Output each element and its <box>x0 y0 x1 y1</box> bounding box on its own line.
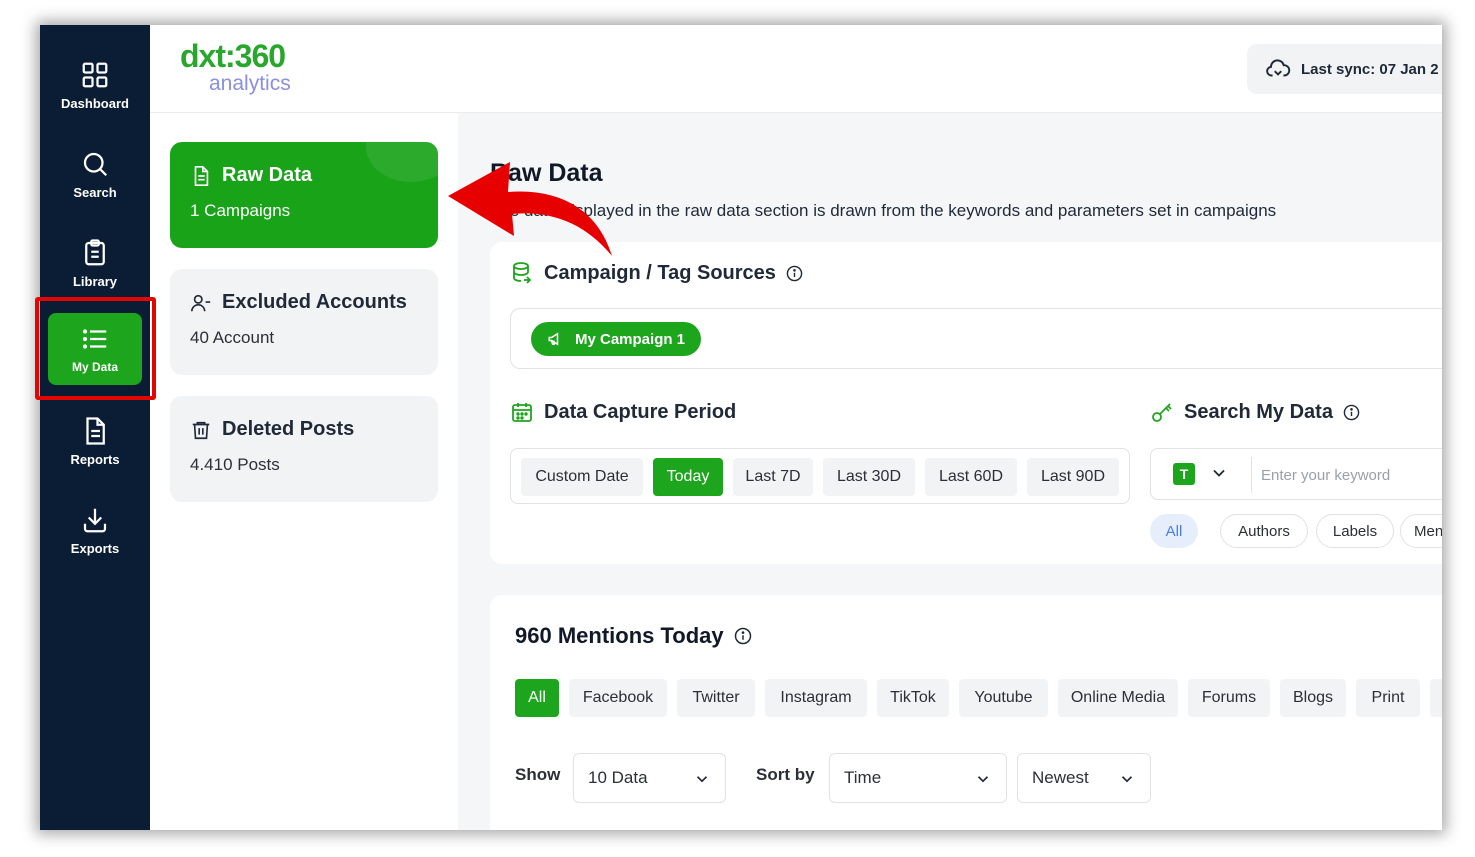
sort-order-value: Newest <box>1032 768 1089 787</box>
campaign-chip-container: My Campaign 1 <box>510 308 1442 369</box>
icon-sidebar: Dashboard Search Library My Data Reports… <box>40 25 150 830</box>
period-last-90d[interactable]: Last 90D <box>1027 458 1119 496</box>
sync-text: Last sync: 07 Jan 2 <box>1301 60 1439 78</box>
filter-panel: Campaign / Tag Sources My Campaign 1 Dat… <box>490 242 1442 564</box>
source-tab-twitter[interactable]: Twitter <box>677 679 755 717</box>
card-raw-data[interactable]: Raw Data 1 Campaigns <box>170 142 438 248</box>
card-subtitle: 4.410 Posts <box>190 455 280 474</box>
source-tab-print[interactable]: Print <box>1356 679 1420 717</box>
sidebar-item-search[interactable]: Search <box>40 134 150 214</box>
period-selector: Custom Date Today Last 7D Last 30D Last … <box>510 448 1130 504</box>
sidebar-label: Reports <box>70 451 120 467</box>
search-my-data-heading: Search My Data <box>1150 400 1360 424</box>
mentions-panel: 960 Mentions Today All Facebook Twitter … <box>490 595 1442 830</box>
card-title: Excluded Accounts <box>222 291 407 313</box>
keyword-search-box: T <box>1150 448 1442 500</box>
clipboard-icon <box>85 238 105 265</box>
sort-field-value: Time <box>844 768 882 787</box>
section-title: Campaign / Tag Sources <box>544 261 776 284</box>
filter-pill-labels[interactable]: Labels <box>1316 514 1394 548</box>
calendar-icon <box>512 403 532 422</box>
campaign-chip[interactable]: My Campaign 1 <box>531 322 702 356</box>
red-arrow-annotation <box>448 162 612 256</box>
logo-subtitle: analytics <box>209 72 291 95</box>
brand-logo: dxt:360 analytics <box>180 39 291 95</box>
source-tab-youtube[interactable]: Youtube <box>959 679 1048 717</box>
sidebar-label: Library <box>72 273 118 289</box>
filter-pill-all[interactable]: All <box>1150 514 1198 548</box>
cloud-sync-icon <box>1266 59 1291 77</box>
source-tab-forums[interactable]: Forums <box>1188 679 1270 717</box>
source-tab-blogs[interactable]: Blogs <box>1280 679 1346 717</box>
source-tab-more[interactable] <box>1430 679 1442 717</box>
source-tab-online-media[interactable]: Online Media <box>1058 679 1178 717</box>
sidebar-item-reports[interactable]: Reports <box>40 401 150 481</box>
divider <box>1251 457 1252 493</box>
top-header: dxt:360 analytics Last sync: 07 Jan 2 <box>150 25 1442 113</box>
source-tab-instagram[interactable]: Instagram <box>765 679 867 717</box>
card-excluded-accounts[interactable]: Excluded Accounts 40 Account <box>170 269 438 375</box>
period-custom-date[interactable]: Custom Date <box>521 458 643 496</box>
sidebar-item-library[interactable]: Library <box>40 223 150 303</box>
search-icon <box>83 152 108 176</box>
sidebar-label: Exports <box>70 540 120 556</box>
sidebar-label: Search <box>73 184 117 200</box>
data-category-panel: Raw Data 1 Campaigns Excluded Accounts 4… <box>150 113 458 830</box>
info-icon[interactable] <box>734 627 752 645</box>
filter-pill-authors[interactable]: Authors <box>1220 514 1308 548</box>
source-tab-facebook[interactable]: Facebook <box>569 679 667 717</box>
sort-field-select[interactable]: Time <box>829 753 1007 803</box>
file-icon <box>194 165 209 186</box>
logo-wordmark: dxt:360 <box>180 38 286 74</box>
download-icon <box>83 508 107 532</box>
sidebar-label: Dashboard <box>61 95 129 111</box>
info-icon[interactable] <box>1343 404 1360 421</box>
sidebar-item-exports[interactable]: Exports <box>40 490 150 570</box>
period-today[interactable]: Today <box>653 458 723 496</box>
database-icon <box>513 262 532 284</box>
chevron-down-icon[interactable] <box>1209 463 1229 483</box>
show-count-value: 10 Data <box>588 768 648 787</box>
search-type-badge[interactable]: T <box>1173 463 1195 485</box>
sort-by-label: Sort by <box>756 765 815 784</box>
card-title: Raw Data <box>222 164 313 186</box>
capture-period-heading: Data Capture Period <box>510 400 736 424</box>
card-subtitle: 40 Account <box>190 328 275 347</box>
campaign-chip-label: My Campaign 1 <box>575 330 686 348</box>
highlight-annotation-box <box>35 297 156 400</box>
source-tab-all[interactable]: All <box>515 679 559 717</box>
card-deleted-posts[interactable]: Deleted Posts 4.410 Posts <box>170 396 438 502</box>
chevron-down-icon <box>1121 776 1133 783</box>
period-last-7d[interactable]: Last 7D <box>733 458 813 496</box>
chevron-down-icon <box>977 776 989 783</box>
source-tab-tiktok[interactable]: TikTok <box>877 679 949 717</box>
last-sync-indicator: Last sync: 07 Jan 2 <box>1247 44 1442 94</box>
document-icon <box>86 416 105 445</box>
section-title: Search My Data <box>1184 400 1333 423</box>
period-last-30d[interactable]: Last 30D <box>823 458 915 496</box>
mentions-heading: 960 Mentions Today <box>515 623 752 649</box>
card-title: Deleted Posts <box>222 418 355 440</box>
info-icon[interactable] <box>786 265 803 282</box>
show-count-select[interactable]: 10 Data <box>573 753 726 803</box>
sort-order-select[interactable]: Newest <box>1017 753 1151 803</box>
section-title: Data Capture Period <box>544 400 737 423</box>
chevron-down-icon <box>696 776 708 783</box>
period-last-60d[interactable]: Last 60D <box>925 458 1017 496</box>
sidebar-item-dashboard[interactable]: Dashboard <box>40 45 150 125</box>
mentions-title: 960 Mentions Today <box>515 623 724 648</box>
grid-icon <box>82 62 108 87</box>
card-subtitle: 1 Campaigns <box>190 201 291 220</box>
campaign-sources-heading: Campaign / Tag Sources <box>510 261 803 285</box>
megaphone-icon <box>548 332 559 346</box>
user-minus-icon <box>191 294 211 311</box>
trash-icon <box>192 421 210 439</box>
filter-pill-mentions[interactable]: Men <box>1400 514 1442 548</box>
app-window: Dashboard Search Library My Data Reports… <box>40 25 1442 830</box>
key-icon <box>1152 403 1172 422</box>
show-label: Show <box>515 765 561 784</box>
keyword-search-input[interactable] <box>1261 457 1442 493</box>
